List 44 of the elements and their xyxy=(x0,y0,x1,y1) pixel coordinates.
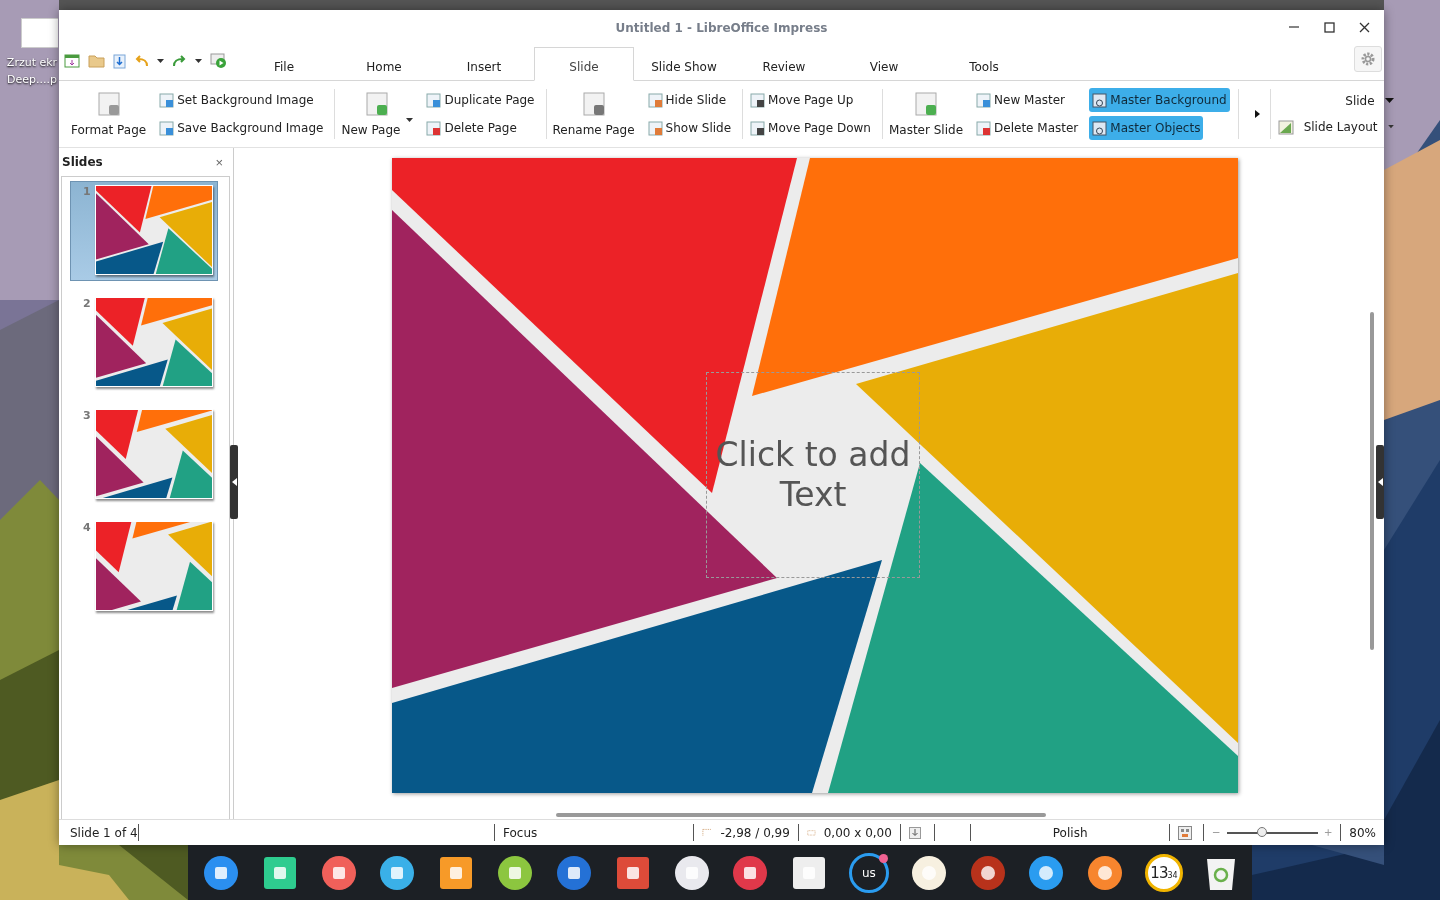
panel-title: Slides xyxy=(62,155,103,169)
slide-number: 2 xyxy=(83,297,89,310)
ribbon-button[interactable]: New Master xyxy=(973,88,1068,112)
slide-number: 4 xyxy=(83,521,89,534)
ribbon-tab[interactable]: Slide Show xyxy=(634,47,734,81)
object-size: 0,00 x 0,00 xyxy=(823,825,892,840)
ribbon-button[interactable]: Hide Slide xyxy=(644,88,730,112)
slide-menu[interactable]: Slide xyxy=(1342,89,1397,113)
cursor-position: -2,98 / 0,99 xyxy=(720,825,790,840)
ribbon-button[interactable]: New Page xyxy=(339,91,416,137)
ribbon-button[interactable]: Format Page xyxy=(69,91,149,137)
ribbon-tab[interactable]: Insert xyxy=(434,47,534,81)
zoom-percentage[interactable]: 80% xyxy=(1341,824,1384,841)
slide-layout-menu[interactable]: Slide Layout xyxy=(1274,115,1397,139)
toggle-button[interactable]: Master Background xyxy=(1089,88,1230,112)
ribbon-tab[interactable]: Tools xyxy=(934,47,1034,81)
window-title: Untitled 1 - LibreOffice Impress xyxy=(615,20,828,35)
ribbon-tab[interactable]: View xyxy=(834,47,934,81)
slide-number: 1 xyxy=(83,185,89,198)
slide-thumbnail-item[interactable]: 2 xyxy=(70,293,218,393)
ribbon-button[interactable]: Show Slide xyxy=(644,116,735,140)
ribbon-tab[interactable]: Review xyxy=(734,47,834,81)
slide-thumbnail-item[interactable]: 3 xyxy=(70,405,218,505)
ribbon-button[interactable]: Rename Page xyxy=(550,91,637,137)
language-label[interactable]: Polish xyxy=(971,824,1171,841)
ribbon-button[interactable]: Master Slide xyxy=(886,91,966,137)
close-button[interactable]: × xyxy=(211,154,227,170)
ribbon-tab[interactable]: Home xyxy=(334,47,434,81)
ribbon-button[interactable]: Delete Page xyxy=(423,116,520,140)
ribbon-button[interactable]: Delete Master xyxy=(973,116,1082,140)
clock-icon[interactable]: 1334 xyxy=(1145,853,1183,892)
toggle-button[interactable]: Master Objects xyxy=(1089,116,1204,140)
slide-counter: Slide 1 of 4 xyxy=(62,824,139,841)
ribbon-button[interactable]: Move Page Up xyxy=(747,88,857,112)
ribbon-button[interactable]: Save Background Image xyxy=(156,116,327,140)
ribbon-button[interactable]: Move Page Down xyxy=(747,116,874,140)
keyboard-layout-icon[interactable]: us xyxy=(848,852,889,893)
ribbon-button[interactable]: Set Background Image xyxy=(156,88,317,112)
slide-thumbnail-item[interactable]: 4 xyxy=(70,517,218,617)
slide-number: 3 xyxy=(83,409,89,422)
ribbon-tab[interactable]: File xyxy=(234,47,334,81)
ribbon-tab[interactable]: Slide xyxy=(534,47,634,81)
ribbon-button[interactable]: Duplicate Page xyxy=(423,88,538,112)
mode-label: Focus xyxy=(494,824,694,841)
